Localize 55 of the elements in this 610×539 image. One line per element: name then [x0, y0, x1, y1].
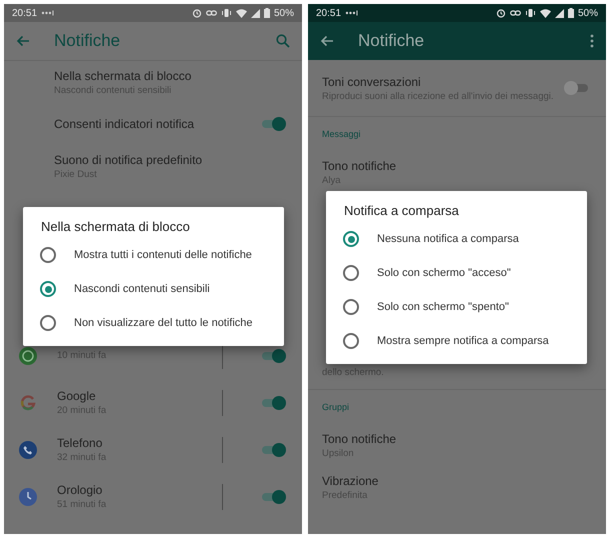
setting-title[interactable]: Suono di notifica predefinito [54, 152, 286, 166]
screen-title: Notifiche [358, 31, 426, 51]
radio-option[interactable]: Nessuna notifica a comparsa [326, 222, 587, 256]
alarm-icon [192, 8, 202, 18]
g-icon [18, 392, 38, 412]
radio-option[interactable]: Non visualizzare del tutto le notifiche [23, 306, 284, 340]
more-options-icon[interactable] [590, 34, 594, 48]
back-arrow-icon[interactable] [320, 35, 334, 47]
back-arrow-icon[interactable] [16, 35, 30, 47]
battery-icon [264, 8, 270, 18]
radio-option[interactable]: Solo con schermo "acceso" [326, 256, 587, 290]
battery-level: 50% [578, 8, 598, 18]
phone-icon [18, 440, 38, 460]
app-name[interactable]: Orologio [57, 483, 203, 497]
link-icon [510, 9, 521, 17]
setting-title[interactable]: Consenti indicatori notifica [54, 117, 260, 131]
clock-time: 20:51 [316, 8, 342, 18]
section-header: Gruppi [322, 402, 350, 412]
battery-icon [568, 8, 574, 18]
signal-icon [250, 8, 260, 18]
wifi-icon [540, 8, 551, 18]
search-icon[interactable] [276, 34, 290, 48]
dots-icon [41, 10, 56, 16]
dialog-title: Nella schermata di blocco [40, 219, 191, 236]
link-icon [206, 9, 217, 17]
radio-option[interactable]: Solo con schermo "spento" [326, 290, 587, 324]
toggle-switch[interactable] [260, 442, 286, 456]
vibrate-icon [524, 8, 536, 18]
toggle-switch[interactable] [260, 490, 286, 504]
toggle-switch[interactable] [260, 348, 286, 362]
radio-option[interactable]: Mostra tutti i contenuti delle notifiche [23, 238, 284, 272]
setting-title[interactable]: Nella schermata di blocco [54, 68, 286, 82]
toggle-switch[interactable] [564, 81, 590, 95]
section-header: Messaggi [322, 129, 361, 139]
screen-title: Notifiche [54, 31, 122, 51]
setting-title[interactable]: Tono notifiche [322, 432, 590, 446]
app-name[interactable]: Telefono [57, 436, 203, 450]
setting-title[interactable]: Toni conversazioni [322, 74, 564, 88]
vibrate-icon [220, 8, 232, 18]
dialog-title: Notifica a comparsa [343, 203, 460, 220]
radio-option[interactable]: Nascondi contenuti sensibili [23, 272, 284, 306]
setting-title[interactable]: Tono notifiche [322, 158, 590, 172]
clock-icon [18, 486, 38, 506]
signal-icon [554, 8, 564, 18]
battery-level: 50% [274, 8, 294, 18]
setting-title[interactable]: Vibrazione [322, 474, 590, 488]
app-name[interactable]: Google [57, 389, 203, 403]
dots-icon [345, 10, 360, 16]
alarm-icon [496, 8, 506, 18]
chat-bubble-icon [18, 346, 38, 366]
toggle-switch[interactable] [260, 396, 286, 410]
toggle-switch[interactable] [260, 117, 286, 131]
clock-time: 20:51 [12, 8, 38, 18]
wifi-icon [236, 8, 247, 18]
radio-option[interactable]: Mostra sempre notifica a comparsa [326, 324, 587, 358]
